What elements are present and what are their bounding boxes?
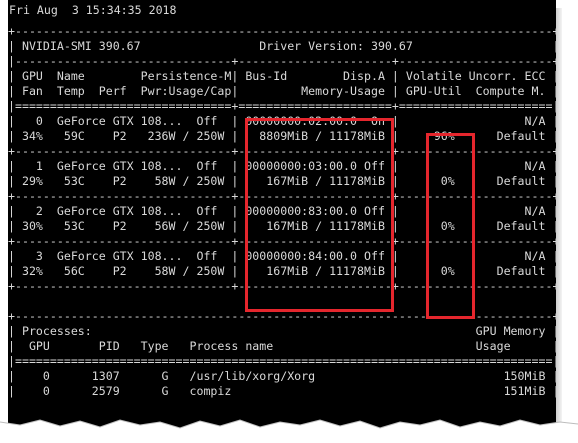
output-line: | 2 GeForce GTX 108... Off | 00000000:83… <box>8 204 556 218</box>
output-line: +-------------------------------+-------… <box>8 189 556 203</box>
output-line: | NVIDIA-SMI 390.67 Driver Version: 390.… <box>8 39 556 53</box>
output-line: | 29% 53C P2 58W / 250W | 167MiB / 11178… <box>8 174 556 188</box>
output-line: | 1 GeForce GTX 108... Off | 00000000:03… <box>8 159 556 173</box>
output-line: | GPU PID Type Process name Usage | <box>8 339 556 353</box>
output-line: | 3 GeForce GTX 108... Off | 00000000:84… <box>8 249 556 263</box>
output-line: |===============================+=======… <box>8 99 556 113</box>
output-line: +-------------------------------+-------… <box>8 144 556 158</box>
output-line: +-------------------------------+-------… <box>8 279 556 293</box>
timestamp-line: Fri Aug 3 15:34:35 2018 <box>8 0 556 21</box>
output-line: | GPU Name Persistence-M| Bus-Id Disp.A … <box>8 69 556 83</box>
page-shadow <box>556 8 562 433</box>
output-line: | Fan Temp Perf Pwr:Usage/Cap| Memory-Us… <box>8 84 556 98</box>
terminal-output[interactable]: +---------------------------------------… <box>8 21 556 431</box>
output-line: | 0 1307 G /usr/lib/xorg/Xorg 150MiB | <box>8 369 556 383</box>
output-line: | Processes: GPU Memory | <box>8 324 556 338</box>
output-line: | 30% 53C P2 56W / 250W | 167MiB / 11178… <box>8 219 556 233</box>
output-line: | 0 2579 G compiz 151MiB | <box>8 384 556 398</box>
output-line: +---------------------------------------… <box>8 309 556 323</box>
output-line: | 34% 59C P2 236W / 250W | 8809MiB / 111… <box>8 129 556 143</box>
output-line: | 0 GeForce GTX 108... Off | 00000000:02… <box>8 114 556 128</box>
output-line: | 32% 56C P2 58W / 250W | 167MiB / 11178… <box>8 264 556 278</box>
output-line: +-------------------------------+-------… <box>8 234 556 248</box>
output-line: |-------------------------------+-------… <box>8 54 556 68</box>
output-line: |=======================================… <box>8 354 556 368</box>
output-line: +---------------------------------------… <box>8 24 556 38</box>
